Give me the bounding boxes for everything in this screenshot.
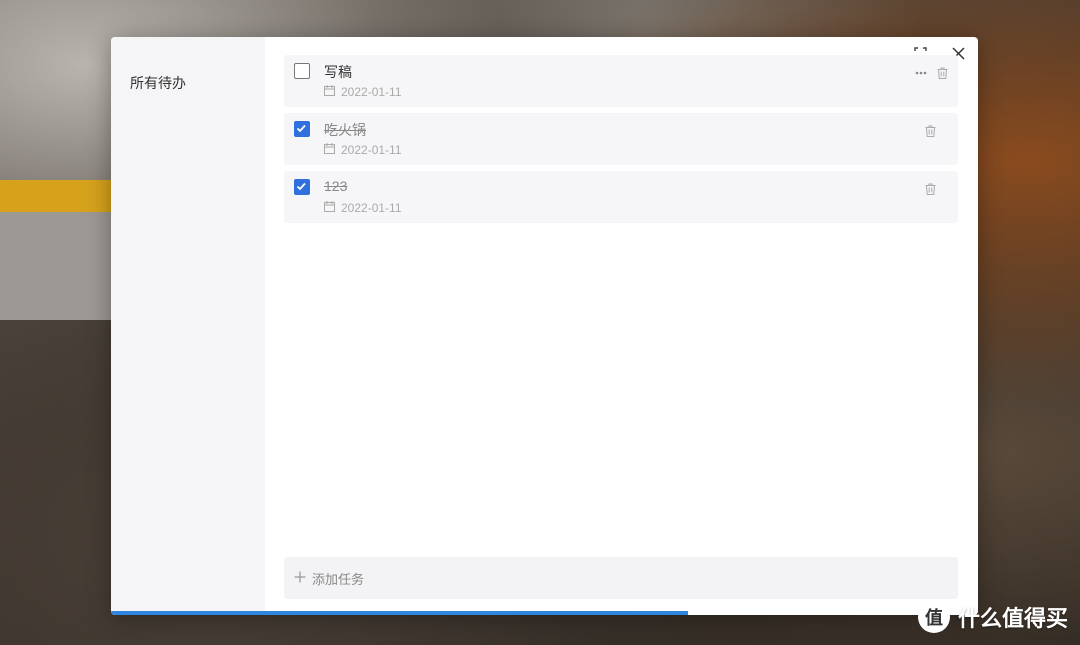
sidebar-item-all-todos[interactable]: 所有待办 bbox=[130, 73, 186, 93]
task-date-text: 2022-01-11 bbox=[341, 201, 402, 215]
progress-bar bbox=[111, 611, 688, 615]
task-checkbox[interactable] bbox=[294, 179, 310, 195]
task-title: 吃火锅 bbox=[324, 122, 366, 138]
trash-icon[interactable] bbox=[937, 67, 948, 79]
progress-track bbox=[111, 611, 978, 615]
task-date-text: 2022-01-11 bbox=[341, 85, 402, 99]
background-panel bbox=[0, 212, 112, 320]
calendar-icon bbox=[324, 143, 335, 157]
task-checkbox[interactable] bbox=[294, 121, 310, 137]
watermark: 值 什么值得买 bbox=[917, 601, 1068, 633]
task-actions bbox=[915, 67, 948, 79]
todo-dialog: 所有待办 写稿 2022-01-11 吃火锅 2022-01-11 123 20… bbox=[111, 37, 978, 615]
add-task-input[interactable]: 添加任务 bbox=[284, 557, 958, 599]
trash-icon[interactable] bbox=[925, 183, 936, 195]
task-date-text: 2022-01-11 bbox=[341, 143, 402, 157]
task-date: 2022-01-11 bbox=[324, 143, 402, 157]
trash-icon[interactable] bbox=[925, 125, 936, 137]
watermark-logo: 值 bbox=[917, 601, 950, 633]
sidebar: 所有待办 bbox=[111, 37, 265, 615]
calendar-icon bbox=[324, 201, 335, 215]
plus-icon bbox=[294, 571, 306, 586]
watermark-text: 什么值得买 bbox=[957, 607, 1068, 632]
task-item[interactable]: 吃火锅 2022-01-11 bbox=[284, 113, 958, 165]
task-date: 2022-01-11 bbox=[324, 201, 402, 215]
task-actions bbox=[925, 183, 936, 195]
task-item[interactable]: 写稿 2022-01-11 bbox=[284, 55, 958, 107]
task-title: 123 bbox=[324, 178, 348, 194]
add-task-label: 添加任务 bbox=[312, 571, 365, 587]
more-icon[interactable] bbox=[915, 71, 927, 75]
task-checkbox[interactable] bbox=[294, 63, 310, 79]
task-title: 写稿 bbox=[324, 64, 352, 80]
task-actions bbox=[925, 125, 936, 137]
calendar-icon bbox=[324, 85, 335, 99]
task-date: 2022-01-11 bbox=[324, 85, 402, 99]
background-band bbox=[0, 180, 112, 212]
task-panel: 写稿 2022-01-11 吃火锅 2022-01-11 123 2022-01… bbox=[265, 37, 978, 615]
task-item[interactable]: 123 2022-01-11 bbox=[284, 171, 958, 223]
